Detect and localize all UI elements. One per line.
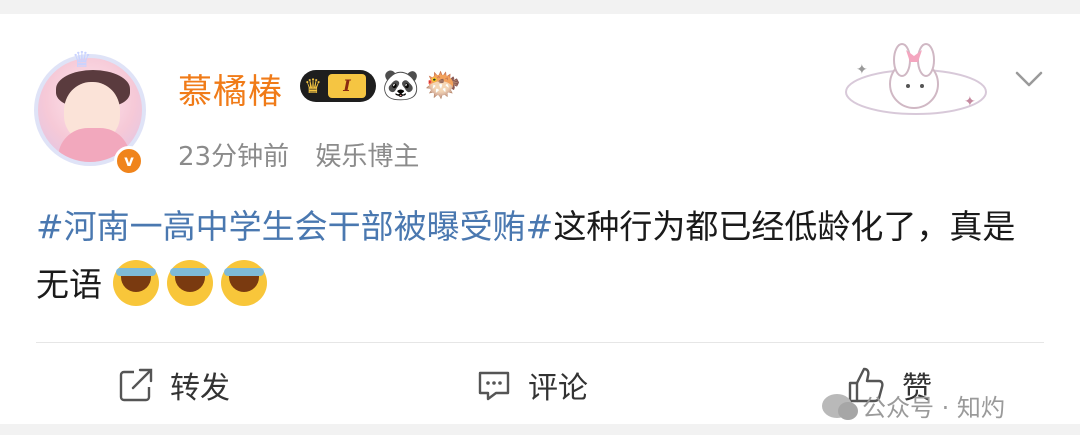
repost-label: 转发 [170,371,230,406]
crying-laugh-emoji [220,260,267,306]
bunny-decoration-icon: ✦ ✦ [845,43,987,115]
level-badge[interactable]: ♛ I [300,70,376,102]
author-tag: 娱乐博主 [315,142,420,172]
watermark: 公众号 · 知灼 [822,388,1005,423]
divider [36,342,1044,343]
fish-icon[interactable]: 🐡 [424,68,461,104]
verified-badge-icon: v [114,146,144,176]
post-content: #河南一高中学生会干部被曝受贿#这种行为都已经低龄化了，真是无语 [36,198,1036,314]
crown-level-icon: ♛ [304,74,322,98]
repost-button[interactable]: 转发 [118,360,230,410]
wechat-icon [822,393,858,420]
svg-text:✦: ✦ [964,94,976,110]
topic-link[interactable]: #河南一高中学生会干部被曝受贿# [36,207,553,246]
comment-icon [478,371,510,401]
post-meta: 23分钟前 娱乐博主 [178,136,437,173]
avatar[interactable]: ♛ v [34,48,152,176]
comment-button[interactable]: 评论 [476,360,588,410]
watermark-text: 公众号 · 知灼 [862,394,1005,422]
crying-laugh-emoji [166,260,213,306]
repost-icon [119,368,153,402]
crown-decoration-icon: ♛ [72,48,92,73]
author-name[interactable]: 慕橘椿 [178,64,283,113]
svg-text:✦: ✦ [856,62,868,78]
badge-row: ♛ I 🐼 🐡 [300,68,461,104]
post-card: ♛ v 慕橘椿 ♛ I 🐼 🐡 23分钟前 娱乐博主 ✦ ✦ #河南一高中学生会… [0,14,1080,424]
chevron-down-icon[interactable] [1014,64,1044,94]
panda-icon[interactable]: 🐼 [382,68,419,104]
comment-label: 评论 [528,371,588,406]
level-number: I [327,74,366,98]
post-time: 23分钟前 [178,142,290,172]
crying-laugh-emoji [112,260,159,306]
